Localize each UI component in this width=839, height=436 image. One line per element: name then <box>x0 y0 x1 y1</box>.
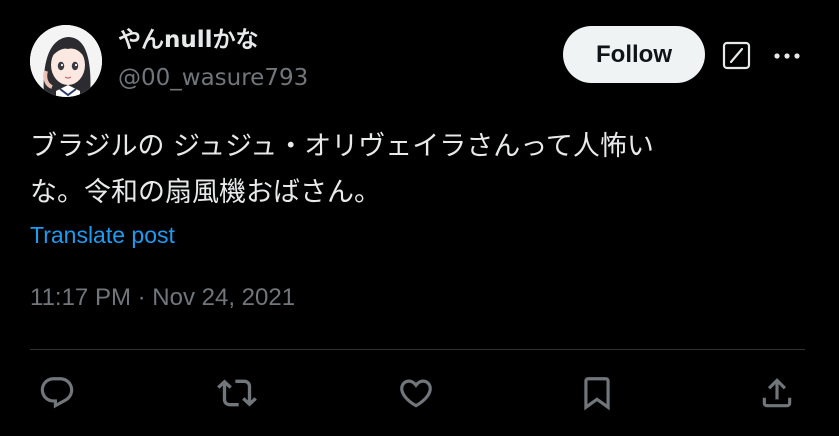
more-options-icon[interactable] <box>772 43 802 69</box>
follow-button[interactable]: Follow <box>563 26 705 83</box>
tweet-timestamp[interactable]: 11:17 PM · Nov 24, 2021 <box>30 280 295 316</box>
divider <box>30 349 805 350</box>
grok-icon[interactable] <box>722 41 751 70</box>
share-icon <box>762 378 792 408</box>
retweet-button[interactable] <box>217 373 257 413</box>
retweet-icon <box>217 379 257 407</box>
translate-post-link[interactable]: Translate post <box>30 218 175 252</box>
user-handle[interactable]: @00_wasure793 <box>118 62 308 94</box>
avatar[interactable] <box>30 25 102 97</box>
anime-girl-avatar-icon <box>30 25 102 97</box>
reply-icon <box>40 377 74 409</box>
bookmark-icon <box>584 377 610 411</box>
display-name[interactable]: やんnullかな <box>118 24 259 56</box>
tweet-text-line: ブラジルの ジュジュ・オリヴェイラさんって人怖い <box>30 131 654 162</box>
tweet-card: やんnullかな @00_wasure793 Follow ブラジルの ジュジュ… <box>0 0 839 436</box>
share-button[interactable] <box>757 373 797 413</box>
like-button[interactable] <box>396 373 436 413</box>
reply-button[interactable] <box>37 373 77 413</box>
tweet-text-line: な。令和の扇風機おばさん。 <box>30 177 381 208</box>
like-icon <box>400 379 432 408</box>
bookmark-button[interactable] <box>577 373 617 413</box>
tweet-text: ブラジルの ジュジュ・オリヴェイラさんって人怖い な。令和の扇風機おばさん。 <box>30 124 790 216</box>
